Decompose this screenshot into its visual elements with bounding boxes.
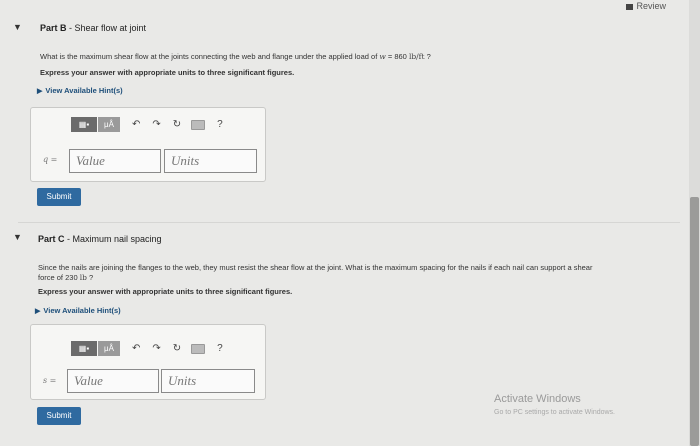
part-b-instruction: Express your answer with appropriate uni… bbox=[40, 68, 295, 77]
part-c-answer-label: s = bbox=[43, 376, 57, 385]
redo-icon[interactable]: ↷ bbox=[152, 343, 160, 354]
units-symbol-button[interactable]: μÅ bbox=[98, 341, 120, 356]
part-b-hint-link[interactable]: ▶ View Available Hint(s) bbox=[37, 86, 123, 95]
expand-triangle-icon: ▶ bbox=[37, 88, 43, 95]
activate-windows-subtitle: Go to PC settings to activate Windows. bbox=[494, 409, 615, 416]
part-c-value-input[interactable]: Value bbox=[67, 369, 159, 393]
review-icon bbox=[626, 3, 634, 10]
help-button[interactable]: ? bbox=[217, 119, 223, 130]
undo-icon[interactable]: ↶ bbox=[132, 343, 140, 354]
part-c-instruction: Express your answer with appropriate uni… bbox=[38, 287, 293, 296]
collapse-part-b-icon[interactable]: ▼ bbox=[13, 22, 22, 32]
part-c-toolbar: ▦▪ μÅ ↶ ↷ ↻ ? bbox=[71, 341, 223, 356]
units-symbol-button[interactable]: μÅ bbox=[98, 117, 120, 132]
part-c-title: Part C - Maximum nail spacing bbox=[38, 234, 162, 244]
part-c-answer-widget: ▦▪ μÅ ↶ ↷ ↻ ? s = Value Units bbox=[30, 324, 266, 400]
undo-icon[interactable]: ↶ bbox=[132, 119, 140, 130]
part-c-units-input[interactable]: Units bbox=[161, 369, 255, 393]
keyboard-icon[interactable] bbox=[191, 119, 206, 130]
part-b-submit-button[interactable]: Submit bbox=[37, 188, 81, 206]
templates-icon[interactable]: ▦▪ bbox=[71, 341, 97, 356]
review-link[interactable]: Review bbox=[626, 1, 666, 11]
part-b-title: Part B - Shear flow at joint bbox=[40, 23, 147, 33]
templates-icon[interactable]: ▦▪ bbox=[71, 117, 97, 132]
part-b-toolbar: ▦▪ μÅ ↶ ↷ ↻ ? bbox=[71, 117, 223, 132]
section-divider bbox=[18, 222, 680, 223]
help-button[interactable]: ? bbox=[217, 343, 223, 354]
keyboard-icon[interactable] bbox=[191, 343, 206, 354]
collapse-part-c-icon[interactable]: ▼ bbox=[13, 232, 22, 242]
part-c-hint-link[interactable]: ▶ View Available Hint(s) bbox=[35, 306, 121, 315]
part-b-question: What is the maximum shear flow at the jo… bbox=[40, 52, 431, 61]
part-b-answer-widget: ▦▪ μÅ ↶ ↷ ↻ ? q = Value Units bbox=[30, 107, 266, 182]
reset-icon[interactable]: ↻ bbox=[173, 119, 181, 130]
part-b-units-input[interactable]: Units bbox=[164, 149, 257, 173]
part-b-value-input[interactable]: Value bbox=[69, 149, 161, 173]
activate-windows-title: Activate Windows bbox=[494, 393, 581, 405]
part-c-question: Since the nails are joining the flanges … bbox=[38, 263, 593, 282]
part-b-answer-label: q = bbox=[43, 155, 58, 164]
part-c-submit-button[interactable]: Submit bbox=[37, 407, 81, 425]
reset-icon[interactable]: ↻ bbox=[173, 343, 181, 354]
expand-triangle-icon: ▶ bbox=[35, 308, 41, 315]
redo-icon[interactable]: ↷ bbox=[152, 119, 160, 130]
scrollbar-thumb[interactable] bbox=[690, 197, 699, 446]
